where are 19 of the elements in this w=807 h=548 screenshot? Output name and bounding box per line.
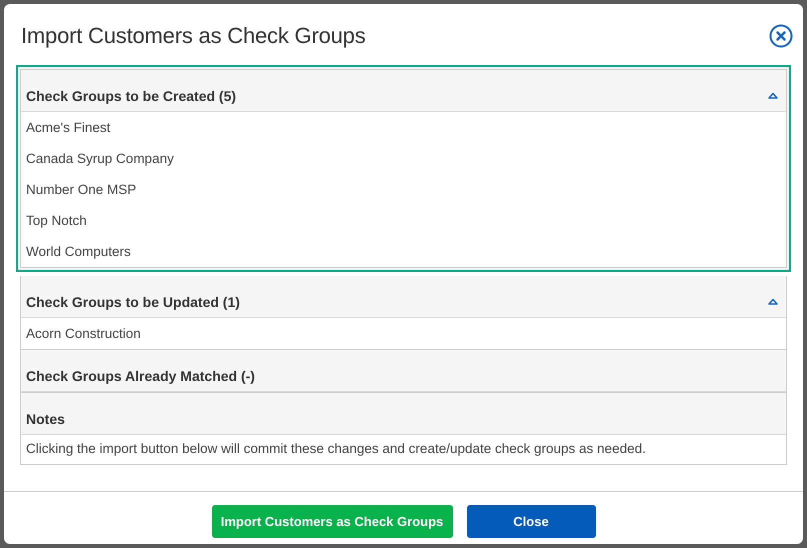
section-title: Check Groups to be Created (5) [26,88,236,104]
list-item: Acorn Construction [25,325,142,343]
section-header[interactable]: Check Groups to be Created (5) [21,70,786,112]
list-item: Acme's Finest [25,119,112,137]
section-title: Notes [26,410,65,426]
caret-icon[interactable] [768,298,778,305]
section-header[interactable]: Check Groups to be Updated (1) [21,276,786,318]
section-title: Check Groups to be Updated (1) [26,294,240,310]
close-icon[interactable] [769,24,793,48]
section-title: Check Groups Already Matched (-) [26,368,255,384]
list-item: Top Notch [25,212,88,230]
dialog-title: Import Customers as Check Groups [21,23,366,49]
close-button[interactable]: Close [466,505,596,538]
notes-text: Clicking the import button below will commit these changes and create/update check groups as needed. [25,440,647,458]
list-item: Canada Syrup Company [25,150,175,168]
section-header[interactable]: Check Groups Already Matched (-) [21,350,786,392]
caret-icon[interactable] [768,92,778,99]
list-item: World Computers [25,243,132,261]
list-item: Number One MSP [25,181,138,199]
